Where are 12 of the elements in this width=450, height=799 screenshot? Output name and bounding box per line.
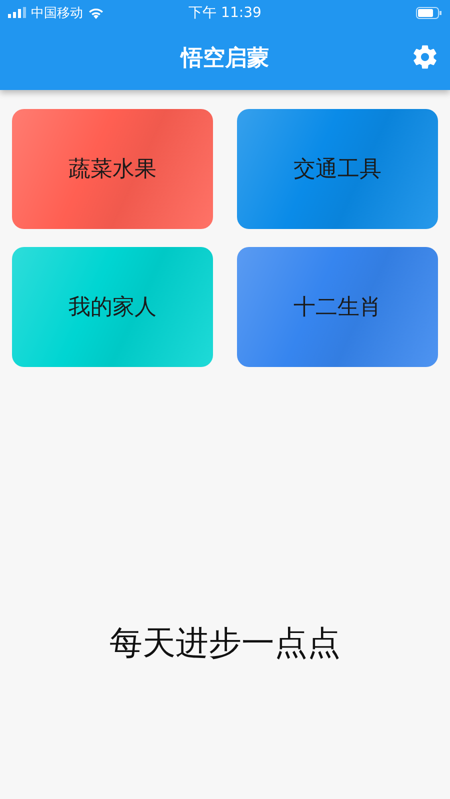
category-card[interactable]: 十二生肖: [237, 247, 438, 367]
battery-icon: [416, 6, 442, 18]
signal-icon: [8, 7, 26, 18]
status-time: 下午 11:39: [188, 4, 262, 22]
category-card[interactable]: 我的家人: [12, 247, 213, 367]
settings-icon[interactable]: [412, 44, 438, 70]
category-card[interactable]: 蔬菜水果: [12, 109, 213, 229]
carrier-name: 中国移动: [31, 4, 83, 22]
tagline: 每天进步一点点: [110, 622, 340, 664]
category-card[interactable]: 交通工具: [237, 109, 438, 229]
wifi-icon: [88, 6, 104, 18]
app-title: 悟空启蒙: [181, 44, 269, 72]
